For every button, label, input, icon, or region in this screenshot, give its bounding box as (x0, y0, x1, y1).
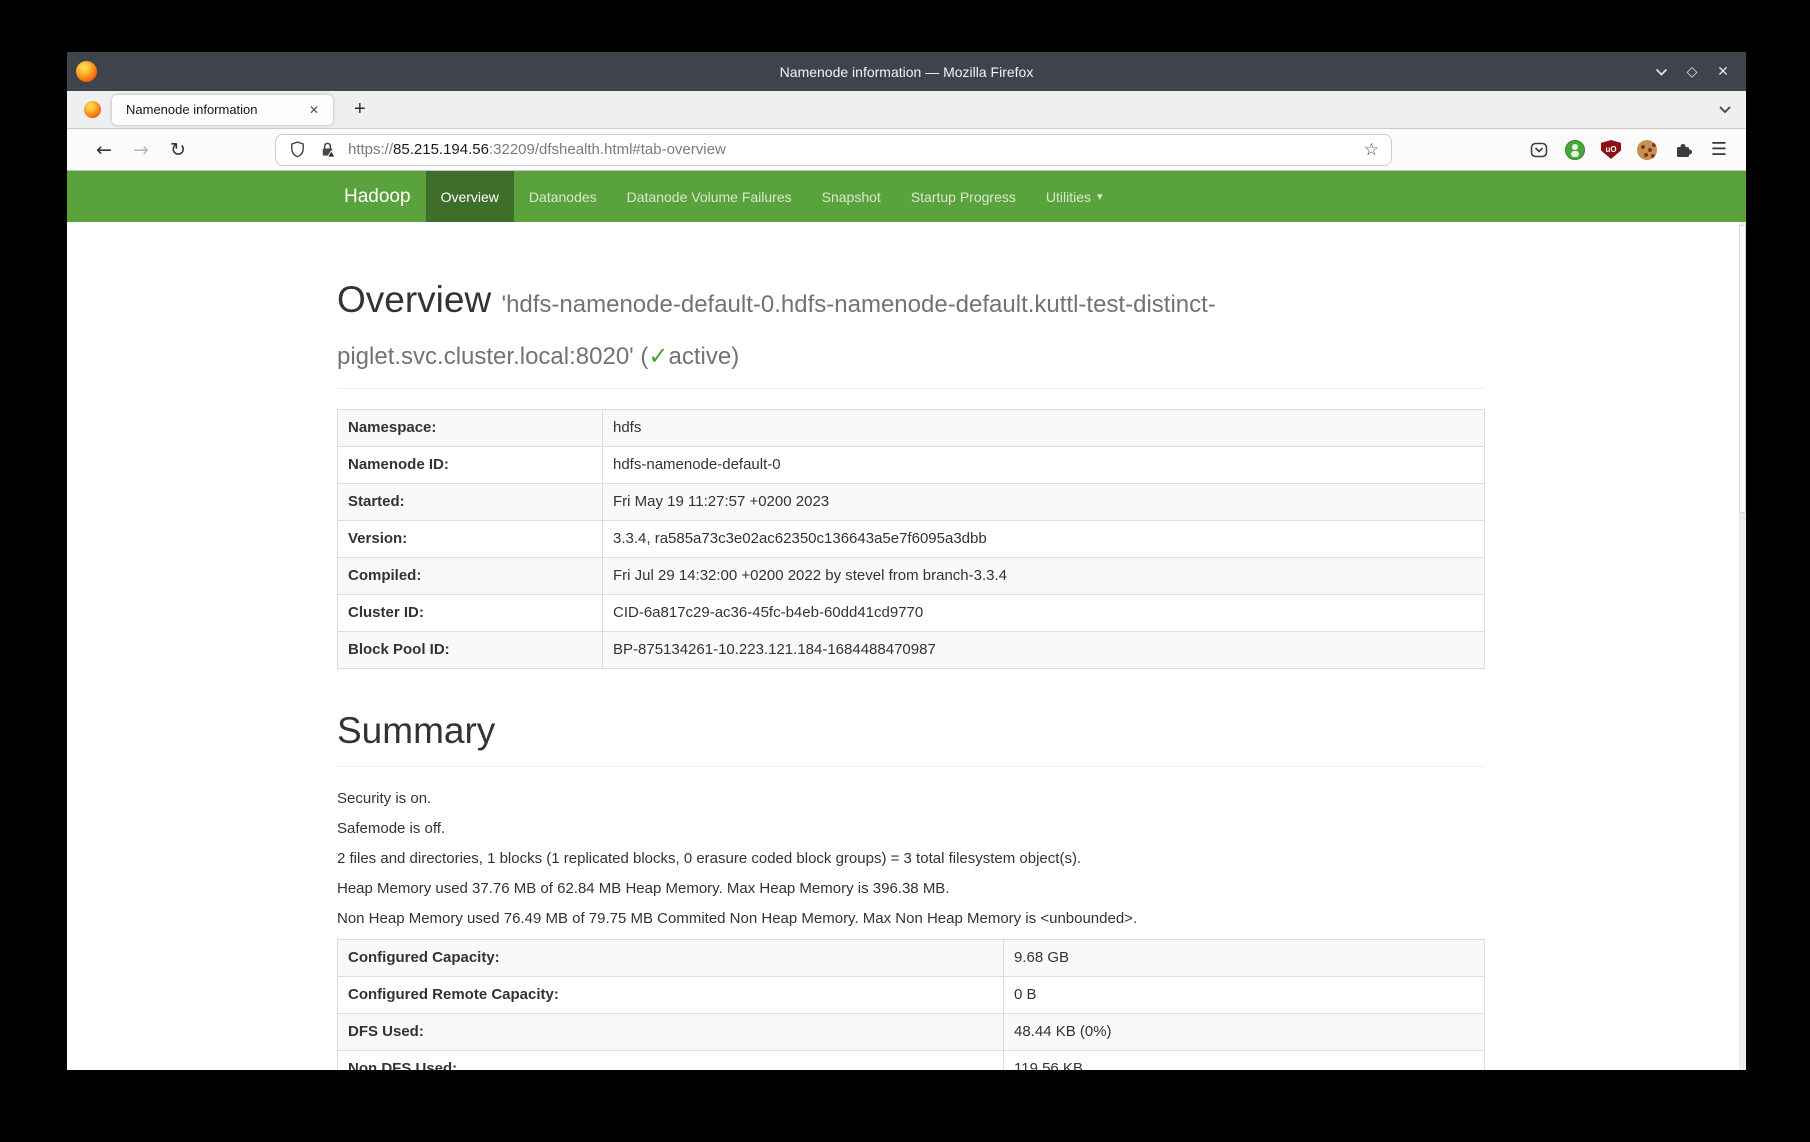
url-path: :32209/dfshealth.html#tab-overview (489, 141, 726, 158)
divider (337, 766, 1485, 767)
tab-title: Namenode information (126, 102, 305, 117)
table-row: Cluster ID:CID-6a817c29-ac36-45fc-b4eb-6… (338, 594, 1485, 631)
desktop-background: { "titlebar": { "title": "Namenode infor… (0, 0, 1810, 1142)
capacity-table: Configured Capacity:9.68 GB Configured R… (337, 939, 1485, 1070)
summary-line: Security is on. (337, 789, 1485, 809)
extensions-puzzle-icon[interactable] (1673, 140, 1693, 160)
bookmark-star-icon[interactable]: ☆ (1364, 140, 1379, 160)
page-scrollbar-track[interactable] (1739, 222, 1746, 1070)
hadoop-navbar: Hadoop Overview Datanodes Datanode Volum… (67, 171, 1746, 222)
close-button[interactable]: ✕ (1714, 63, 1732, 81)
active-check-icon: ✓ (648, 343, 668, 370)
pocket-save-icon[interactable] (1529, 140, 1549, 160)
table-row: Non DFS Used:119.56 KB (338, 1051, 1485, 1070)
lock-warning-icon[interactable] (318, 140, 337, 159)
table-row: Namespace:hdfs (338, 409, 1485, 446)
table-row: Configured Capacity:9.68 GB (338, 940, 1485, 977)
chevron-down-icon: ▾ (1097, 190, 1103, 203)
summary-line: Heap Memory used 37.76 MB of 62.84 MB He… (337, 879, 1485, 899)
tab-close-icon[interactable]: ✕ (305, 101, 323, 119)
firefox-icon (84, 101, 101, 118)
table-row: DFS Used:48.44 KB (0%) (338, 1014, 1485, 1051)
status-badge: active) (669, 343, 740, 370)
new-tab-button[interactable]: + (348, 98, 372, 121)
url-scheme: https:// (348, 141, 393, 158)
nav-item-datanode-volume-failures[interactable]: Datanode Volume Failures (612, 171, 807, 222)
table-row: Block Pool ID:BP-875134261-10.223.121.18… (338, 631, 1485, 668)
page-scrollbar-thumb[interactable] (1739, 225, 1746, 513)
reload-button[interactable]: ↻ (167, 139, 189, 161)
url-bar[interactable]: https://85.215.194.56:32209/dfshealth.ht… (275, 134, 1392, 166)
window-titlebar[interactable]: Namenode information — Mozilla Firefox ◇… (67, 52, 1746, 91)
hamburger-menu-icon[interactable]: ☰ (1709, 140, 1729, 160)
page-content: Overview 'hdfs-namenode-default-0.hdfs-n… (67, 222, 1746, 1070)
back-button[interactable]: ← (93, 139, 115, 161)
page-title-overview: Overview 'hdfs-namenode-default-0.hdfs-n… (337, 274, 1485, 378)
summary-line: 2 files and directories, 1 blocks (1 rep… (337, 849, 1485, 869)
tab-namenode-information[interactable]: Namenode information ✕ (112, 95, 333, 125)
extension-green-icon[interactable] (1565, 140, 1585, 160)
table-row: Configured Remote Capacity:0 B (338, 977, 1485, 1014)
url-host: 85.215.194.56 (393, 141, 489, 158)
minimize-button[interactable] (1652, 63, 1670, 81)
table-row: Version:3.3.4, ra585a73c3e02ac62350c1366… (338, 520, 1485, 557)
summary-line: Non Heap Memory used 76.49 MB of 79.75 M… (337, 909, 1485, 929)
nav-item-datanodes[interactable]: Datanodes (514, 171, 612, 222)
shield-permissions-icon[interactable] (288, 140, 307, 159)
cookie-extension-icon[interactable] (1637, 140, 1657, 160)
url-text: https://85.215.194.56:32209/dfshealth.ht… (348, 141, 726, 158)
section-title-summary: Summary (337, 705, 1485, 757)
forward-button[interactable]: → (130, 139, 152, 161)
nav-item-utilities[interactable]: Utilities ▾ (1031, 171, 1118, 222)
nav-item-snapshot[interactable]: Snapshot (807, 171, 896, 222)
table-row: Compiled:Fri Jul 29 14:32:00 +0200 2022 … (338, 557, 1485, 594)
namenode-info-table: Namespace:hdfs Namenode ID:hdfs-namenode… (337, 409, 1485, 669)
divider (337, 388, 1485, 389)
firefox-window: Namenode information — Mozilla Firefox ◇… (67, 52, 1746, 1070)
firefox-logo-icon (76, 61, 97, 82)
table-row: Namenode ID:hdfs-namenode-default-0 (338, 446, 1485, 483)
list-all-tabs-button[interactable] (1718, 105, 1732, 114)
table-row: Started:Fri May 19 11:27:57 +0200 2023 (338, 483, 1485, 520)
navbar-brand-hadoop[interactable]: Hadoop (329, 171, 426, 222)
ublock-origin-icon[interactable]: uO (1601, 140, 1621, 160)
navigation-toolbar: ← → ↻ https://85.215.194.56:32209/dfshea… (67, 129, 1746, 171)
window-title: Namenode information — Mozilla Firefox (780, 64, 1034, 80)
maximize-button[interactable]: ◇ (1683, 63, 1701, 81)
summary-line: Safemode is off. (337, 819, 1485, 839)
tab-strip: Namenode information ✕ + (67, 91, 1746, 129)
nav-item-startup-progress[interactable]: Startup Progress (896, 171, 1031, 222)
nav-item-overview[interactable]: Overview (426, 171, 514, 222)
